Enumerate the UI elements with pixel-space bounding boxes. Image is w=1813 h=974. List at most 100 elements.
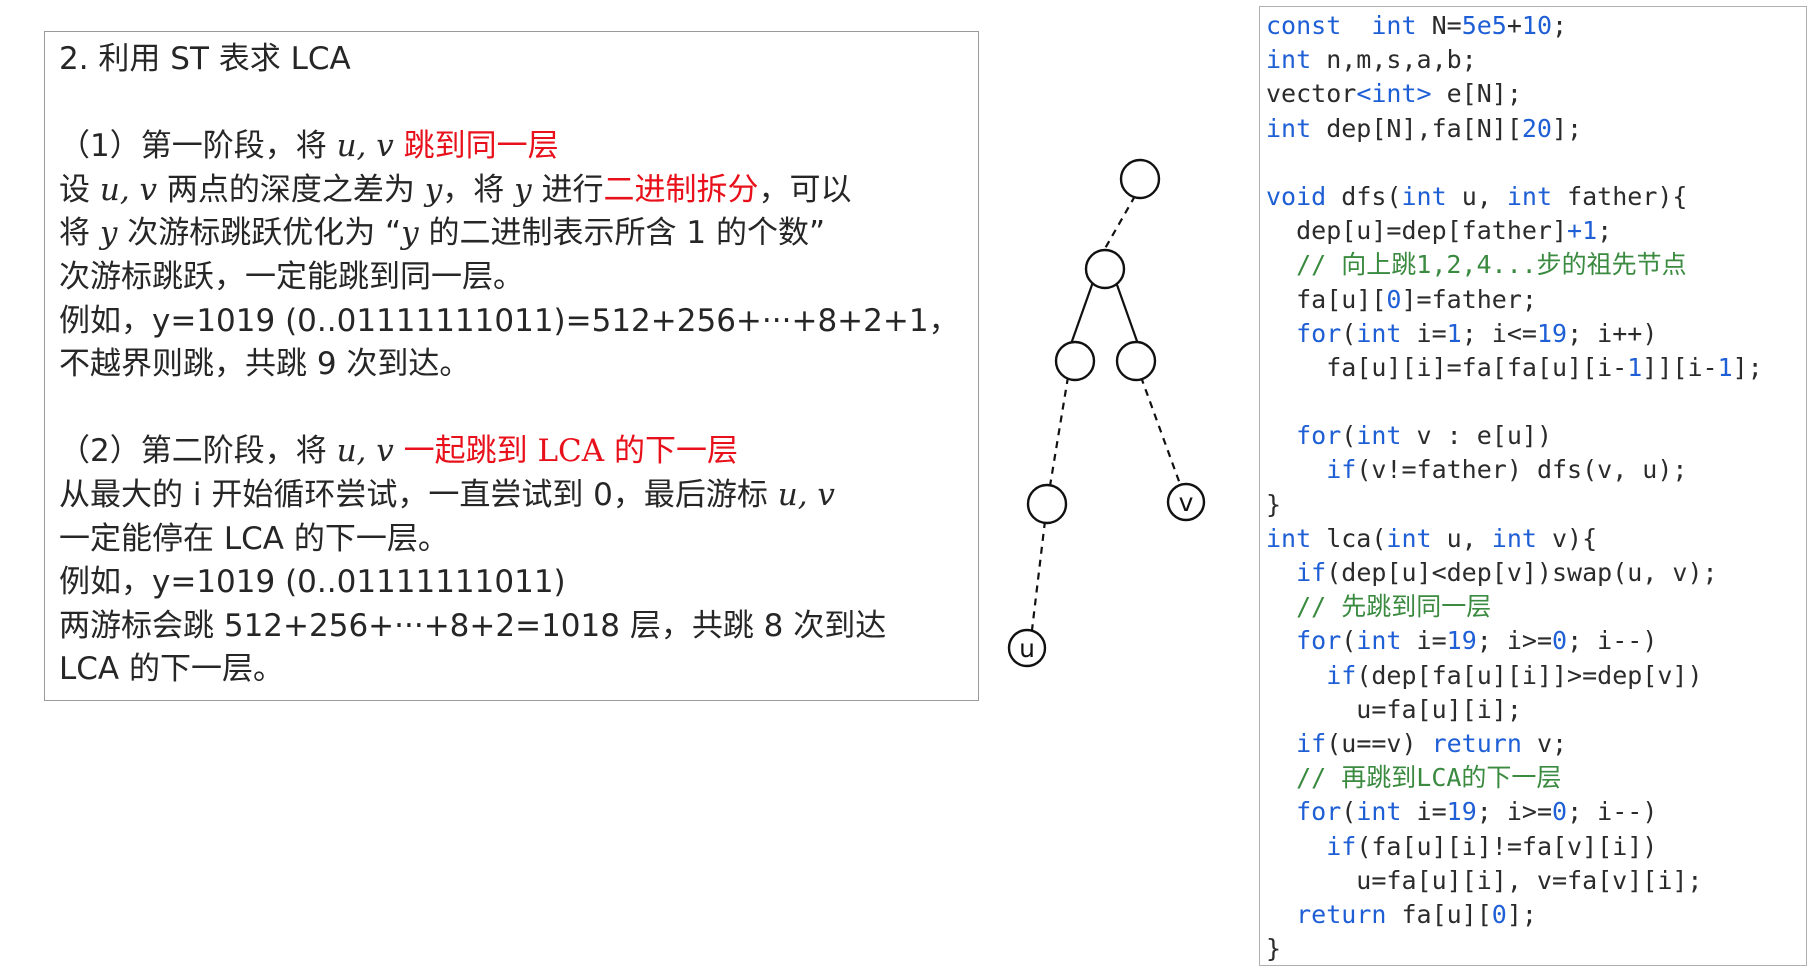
code-token: 19: [1536, 318, 1568, 348]
code-token: lca(: [1311, 523, 1387, 553]
code-token: (: [1341, 318, 1357, 348]
tree-label-v: v: [1179, 488, 1194, 517]
code-token: int: [1401, 181, 1447, 211]
code-token: ; i<=: [1461, 318, 1537, 348]
code-token: n,m,s,a,b;: [1311, 45, 1477, 75]
tree-edge-left-mid: [1048, 376, 1070, 487]
code-token: fa[u][: [1266, 284, 1387, 314]
code-token: int: [1356, 318, 1402, 348]
code-token: 0: [1386, 284, 1402, 314]
code-token: ]][i-: [1642, 352, 1718, 382]
code-token: int: [1266, 45, 1312, 75]
code-token: 19: [1446, 626, 1477, 656]
code-token: dfs(: [1326, 181, 1402, 211]
tree-edge-root-lca: [1102, 195, 1136, 253]
code-token: i=: [1401, 626, 1447, 656]
tree-node-root: [1119, 158, 1161, 200]
code-line: }: [1266, 488, 1806, 522]
code-token: void: [1266, 181, 1327, 211]
code-line: }: [1266, 932, 1806, 965]
code-token: +: [1506, 11, 1522, 40]
code-token: int: [1371, 11, 1417, 40]
code-line: if(v!=father) dfs(v, u);: [1266, 453, 1806, 487]
stage2-line4: 两游标会跳 512+256+···+8+2=1018 层，共跳 8 次到达: [59, 607, 887, 644]
code-token: if: [1326, 455, 1357, 485]
stage1-line1: 设 u, v 两点的深度之差为 y，将 y 进行二进制拆分，可以: [59, 171, 852, 208]
code-line: for(int i=19; i>=0; i--): [1266, 624, 1806, 658]
code-token: // 先跳到同一层: [1296, 592, 1492, 622]
code-token: // 再跳到LCA的下一层: [1296, 763, 1562, 793]
code-line: if(dep[u]<dep[v])swap(u, v);: [1266, 556, 1806, 590]
code-line: if(dep[fa[u][i]]>=dep[v]): [1266, 659, 1806, 693]
code-token: 5e5: [1461, 11, 1507, 40]
code-token: (dep[u]<dep[v])swap(u, v);: [1326, 558, 1718, 587]
code-token: N=: [1416, 11, 1462, 40]
code-token: if: [1296, 728, 1327, 758]
code-token: u,: [1446, 181, 1507, 211]
code-token: dep[u]=dep[father]: [1266, 216, 1568, 246]
code-line: int dep[N],fa[N][20];: [1266, 112, 1806, 146]
code-token: for: [1296, 797, 1342, 827]
code-token: fa[u][: [1386, 899, 1492, 929]
code-token: 1: [1627, 352, 1643, 382]
stage2-line3: 例如，y=1019 (0..01111111011): [59, 564, 566, 601]
stage1-title: （1）第一阶段，将 u, v 跳到同一层: [59, 128, 559, 165]
explanation-text-box: 2. 利用 ST 表求 LCA （1）第一阶段，将 u, v 跳到同一层 设 u…: [44, 31, 979, 701]
code-token: <int>: [1356, 79, 1432, 109]
code-token: ];: [1551, 113, 1583, 143]
code-line: for(int v : e[u]): [1266, 419, 1806, 453]
code-token: ; i--): [1567, 626, 1658, 656]
code-token: ]=father;: [1401, 284, 1537, 314]
code-line: // 向上跳1,2,4...步的祖先节点: [1266, 248, 1806, 282]
code-line: return fa[u][0];: [1266, 898, 1806, 932]
code-token: int: [1506, 181, 1553, 211]
tree-node-lca: [1084, 248, 1126, 290]
code-line: if(fa[u][i]!=fa[v][i]): [1266, 830, 1806, 864]
code-token: int: [1266, 523, 1312, 553]
code-token: }: [1266, 934, 1282, 964]
tree-edge-lca-right: [1114, 281, 1140, 345]
code-token: 19: [1446, 797, 1477, 827]
code-token: i=: [1401, 318, 1447, 348]
code-line: for(int i=1; i<=19; i++): [1266, 317, 1806, 351]
code-token: (v!=father) dfs(v, u);: [1356, 455, 1688, 485]
tree-node-right-child: [1115, 340, 1157, 382]
stage2-line2: 一定能停在 LCA 的下一层。: [59, 520, 449, 557]
code-token: if: [1326, 831, 1357, 861]
code-token: i=: [1401, 797, 1447, 827]
code-token: int: [1356, 626, 1402, 656]
code-token: int: [1356, 421, 1402, 451]
code-token: ; i--): [1567, 797, 1658, 827]
code-line: void dfs(int u, int father){: [1266, 180, 1806, 214]
code-token: e[N];: [1431, 79, 1522, 109]
code-token: dep[N],fa[N][: [1311, 113, 1522, 143]
code-token: father){: [1552, 181, 1688, 211]
code-token: int: [1386, 523, 1432, 553]
code-token: }: [1266, 489, 1282, 519]
code-token: 1: [1717, 352, 1733, 382]
code-token: 0: [1552, 797, 1568, 827]
code-line: const int N=5e5+10;: [1266, 9, 1806, 43]
code-token: 1: [1446, 318, 1462, 348]
tree-label-u: u: [1019, 634, 1035, 663]
code-token: (: [1341, 421, 1357, 451]
tree-edge-mid-u: [1030, 520, 1047, 631]
stage1-line2: 将 y 次游标跳跃优化为 “y 的二进制表示所含 1 的个数”: [59, 215, 826, 252]
code-token: return: [1431, 728, 1522, 758]
code-line: fa[u][0]=father;: [1266, 283, 1806, 317]
code-token: ;: [1552, 11, 1568, 40]
code-token: if: [1296, 558, 1327, 587]
